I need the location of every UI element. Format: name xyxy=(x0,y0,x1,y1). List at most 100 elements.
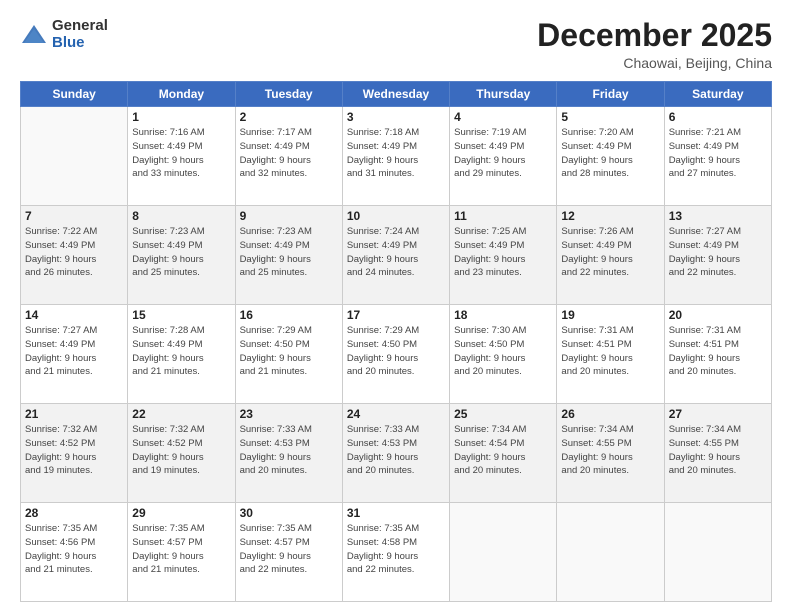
day-info: Sunrise: 7:31 AMSunset: 4:51 PMDaylight:… xyxy=(669,324,767,379)
day-info: Sunrise: 7:28 AMSunset: 4:49 PMDaylight:… xyxy=(132,324,230,379)
day-number: 20 xyxy=(669,308,767,322)
day-info: Sunrise: 7:23 AMSunset: 4:49 PMDaylight:… xyxy=(132,225,230,280)
day-number: 3 xyxy=(347,110,445,124)
calendar-cell: 28Sunrise: 7:35 AMSunset: 4:56 PMDayligh… xyxy=(21,503,128,602)
page: General Blue December 2025 Chaowai, Beij… xyxy=(0,0,792,612)
day-number: 8 xyxy=(132,209,230,223)
day-info: Sunrise: 7:33 AMSunset: 4:53 PMDaylight:… xyxy=(240,423,338,478)
day-number: 1 xyxy=(132,110,230,124)
day-number: 10 xyxy=(347,209,445,223)
col-header-tuesday: Tuesday xyxy=(235,82,342,107)
calendar-cell: 11 Sunrise: 7:25 AMSunset: 4:49 PMDayligh… xyxy=(450,206,557,305)
day-info: Sunrise: 7:20 AMSunset: 4:49 PMDaylight:… xyxy=(561,126,659,181)
day-info: Sunrise: 7:33 AMSunset: 4:53 PMDaylight:… xyxy=(347,423,445,478)
day-info: Sunrise: 7:34 AMSunset: 4:55 PMDaylight:… xyxy=(669,423,767,478)
day-number: 16 xyxy=(240,308,338,322)
calendar-cell: 17 Sunrise: 7:29 AMSunset: 4:50 PMDayligh… xyxy=(342,305,449,404)
calendar-week-row: 28Sunrise: 7:35 AMSunset: 4:56 PMDayligh… xyxy=(21,503,772,602)
month-title: December 2025 xyxy=(537,18,772,53)
calendar-cell: 31 Sunrise: 7:35 AMSunset: 4:58 PMDayligh… xyxy=(342,503,449,602)
header: General Blue December 2025 Chaowai, Beij… xyxy=(20,18,772,71)
day-info: Sunrise: 7:24 AMSunset: 4:49 PMDaylight:… xyxy=(347,225,445,280)
calendar-cell: 29Sunrise: 7:35 AMSunset: 4:57 PMDayligh… xyxy=(128,503,235,602)
day-info: Sunrise: 7:35 AMSunset: 4:57 PMDaylight:… xyxy=(240,522,338,577)
logo-text: General Blue xyxy=(52,18,108,51)
day-number: 6 xyxy=(669,110,767,124)
calendar: SundayMondayTuesdayWednesdayThursdayFrid… xyxy=(20,81,772,602)
day-info: Sunrise: 7:19 AMSunset: 4:49 PMDaylight:… xyxy=(454,126,552,181)
day-info: Sunrise: 7:29 AMSunset: 4:50 PMDaylight:… xyxy=(240,324,338,379)
day-number: 2 xyxy=(240,110,338,124)
calendar-cell: 10 Sunrise: 7:24 AMSunset: 4:49 PMDayligh… xyxy=(342,206,449,305)
calendar-cell: 20 Sunrise: 7:31 AMSunset: 4:51 PMDayligh… xyxy=(664,305,771,404)
day-number: 11 xyxy=(454,209,552,223)
calendar-cell: 8 Sunrise: 7:23 AMSunset: 4:49 PMDaylight… xyxy=(128,206,235,305)
col-header-saturday: Saturday xyxy=(664,82,771,107)
calendar-week-row: 1 Sunrise: 7:16 AMSunset: 4:49 PMDaylight… xyxy=(21,107,772,206)
title-block: December 2025 Chaowai, Beijing, China xyxy=(537,18,772,71)
calendar-cell: 23 Sunrise: 7:33 AMSunset: 4:53 PMDayligh… xyxy=(235,404,342,503)
calendar-cell: 9 Sunrise: 7:23 AMSunset: 4:49 PMDaylight… xyxy=(235,206,342,305)
calendar-cell: 15 Sunrise: 7:28 AMSunset: 4:49 PMDayligh… xyxy=(128,305,235,404)
day-info: Sunrise: 7:25 AMSunset: 4:49 PMDaylight:… xyxy=(454,225,552,280)
logo-blue-text: Blue xyxy=(52,35,108,52)
calendar-cell xyxy=(21,107,128,206)
logo: General Blue xyxy=(20,18,108,51)
day-info: Sunrise: 7:32 AMSunset: 4:52 PMDaylight:… xyxy=(25,423,123,478)
day-number: 17 xyxy=(347,308,445,322)
day-number: 25 xyxy=(454,407,552,421)
calendar-cell: 12 Sunrise: 7:26 AMSunset: 4:49 PMDayligh… xyxy=(557,206,664,305)
day-info: Sunrise: 7:27 AMSunset: 4:49 PMDaylight:… xyxy=(669,225,767,280)
calendar-cell: 19Sunrise: 7:31 AMSunset: 4:51 PMDayligh… xyxy=(557,305,664,404)
calendar-cell: 7 Sunrise: 7:22 AMSunset: 4:49 PMDaylight… xyxy=(21,206,128,305)
calendar-cell: 16 Sunrise: 7:29 AMSunset: 4:50 PMDayligh… xyxy=(235,305,342,404)
day-number: 31 xyxy=(347,506,445,520)
day-info: Sunrise: 7:22 AMSunset: 4:49 PMDaylight:… xyxy=(25,225,123,280)
day-number: 5 xyxy=(561,110,659,124)
day-number: 12 xyxy=(561,209,659,223)
day-number: 23 xyxy=(240,407,338,421)
calendar-cell xyxy=(664,503,771,602)
calendar-cell: 14Sunrise: 7:27 AMSunset: 4:49 PMDayligh… xyxy=(21,305,128,404)
day-number: 24 xyxy=(347,407,445,421)
calendar-cell xyxy=(557,503,664,602)
day-info: Sunrise: 7:30 AMSunset: 4:50 PMDaylight:… xyxy=(454,324,552,379)
calendar-cell: 25Sunrise: 7:34 AMSunset: 4:54 PMDayligh… xyxy=(450,404,557,503)
calendar-cell: 3 Sunrise: 7:18 AMSunset: 4:49 PMDaylight… xyxy=(342,107,449,206)
calendar-cell: 18 Sunrise: 7:30 AMSunset: 4:50 PMDayligh… xyxy=(450,305,557,404)
calendar-cell: 26Sunrise: 7:34 AMSunset: 4:55 PMDayligh… xyxy=(557,404,664,503)
day-info: Sunrise: 7:21 AMSunset: 4:49 PMDaylight:… xyxy=(669,126,767,181)
col-header-monday: Monday xyxy=(128,82,235,107)
day-number: 15 xyxy=(132,308,230,322)
day-info: Sunrise: 7:29 AMSunset: 4:50 PMDaylight:… xyxy=(347,324,445,379)
calendar-cell: 1 Sunrise: 7:16 AMSunset: 4:49 PMDaylight… xyxy=(128,107,235,206)
calendar-cell: 13Sunrise: 7:27 AMSunset: 4:49 PMDayligh… xyxy=(664,206,771,305)
calendar-cell: 6 Sunrise: 7:21 AMSunset: 4:49 PMDaylight… xyxy=(664,107,771,206)
calendar-cell: 27Sunrise: 7:34 AMSunset: 4:55 PMDayligh… xyxy=(664,404,771,503)
day-info: Sunrise: 7:18 AMSunset: 4:49 PMDaylight:… xyxy=(347,126,445,181)
day-number: 30 xyxy=(240,506,338,520)
day-number: 4 xyxy=(454,110,552,124)
col-header-thursday: Thursday xyxy=(450,82,557,107)
calendar-cell: 30 Sunrise: 7:35 AMSunset: 4:57 PMDayligh… xyxy=(235,503,342,602)
day-info: Sunrise: 7:23 AMSunset: 4:49 PMDaylight:… xyxy=(240,225,338,280)
location: Chaowai, Beijing, China xyxy=(537,55,772,71)
day-number: 7 xyxy=(25,209,123,223)
calendar-cell xyxy=(450,503,557,602)
day-number: 9 xyxy=(240,209,338,223)
calendar-cell: 21Sunrise: 7:32 AMSunset: 4:52 PMDayligh… xyxy=(21,404,128,503)
day-number: 29 xyxy=(132,506,230,520)
calendar-week-row: 7 Sunrise: 7:22 AMSunset: 4:49 PMDaylight… xyxy=(21,206,772,305)
day-info: Sunrise: 7:27 AMSunset: 4:49 PMDaylight:… xyxy=(25,324,123,379)
day-number: 19 xyxy=(561,308,659,322)
day-number: 22 xyxy=(132,407,230,421)
day-number: 28 xyxy=(25,506,123,520)
day-info: Sunrise: 7:16 AMSunset: 4:49 PMDaylight:… xyxy=(132,126,230,181)
day-info: Sunrise: 7:26 AMSunset: 4:49 PMDaylight:… xyxy=(561,225,659,280)
calendar-cell: 5 Sunrise: 7:20 AMSunset: 4:49 PMDaylight… xyxy=(557,107,664,206)
day-number: 18 xyxy=(454,308,552,322)
day-info: Sunrise: 7:35 AMSunset: 4:58 PMDaylight:… xyxy=(347,522,445,577)
logo-icon xyxy=(20,21,48,49)
col-header-friday: Friday xyxy=(557,82,664,107)
col-header-sunday: Sunday xyxy=(21,82,128,107)
